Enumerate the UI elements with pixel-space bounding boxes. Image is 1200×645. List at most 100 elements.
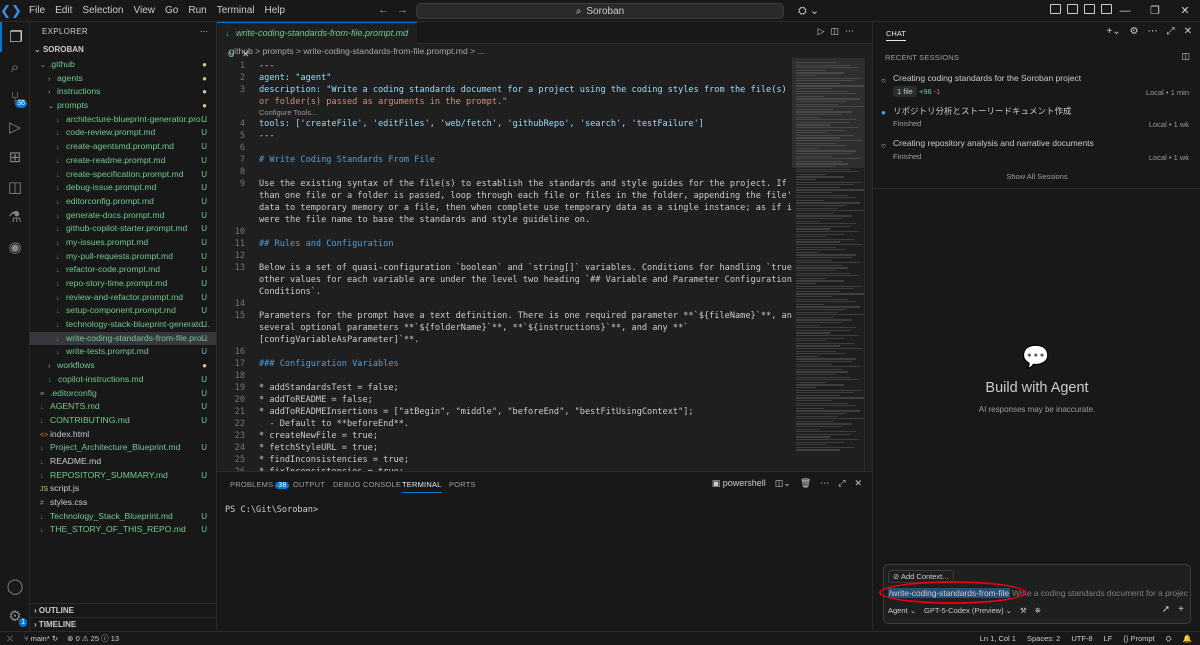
- search-view-icon[interactable]: ⌕: [0, 52, 30, 82]
- workspace-root[interactable]: ⌄ SOROBAN: [30, 42, 216, 58]
- explorer-icon[interactable]: ❐: [0, 22, 30, 52]
- run-debug-icon[interactable]: ▷: [0, 112, 30, 142]
- editor-tab-active[interactable]: ↓ write-coding-standards-from-file.promp…: [217, 22, 417, 59]
- file-item[interactable]: ↓ setup-component.prompt.md U: [30, 304, 216, 318]
- split-editor-icon[interactable]: ◫: [830, 26, 845, 36]
- remote-indicator-icon[interactable]: ⤬: [0, 632, 20, 645]
- file-item[interactable]: # styles.css: [30, 496, 216, 510]
- file-item[interactable]: ↓ AGENTS.md U: [30, 400, 216, 414]
- menu-view[interactable]: View: [129, 0, 161, 22]
- menu-edit[interactable]: Edit: [50, 0, 77, 22]
- file-item[interactable]: ↓ my-pull-requests.prompt.md U: [30, 250, 216, 264]
- file-item[interactable]: ↓ github-copilot-starter.prompt.md U: [30, 222, 216, 236]
- session-item[interactable]: ○ Creating repository analysis and narra…: [881, 138, 1193, 170]
- tab-problems[interactable]: PROBLEMS 38: [230, 480, 290, 489]
- file-item[interactable]: ↓ write-tests.prompt.md U: [30, 345, 216, 359]
- tab-terminal[interactable]: TERMINAL: [402, 480, 442, 493]
- forward-arrow-icon[interactable]: →: [397, 4, 416, 16]
- source-control-icon[interactable]: ⑂ 36: [0, 82, 30, 112]
- close-window-icon[interactable]: ✕: [1170, 0, 1200, 22]
- mode-picker[interactable]: Agent ⌄: [888, 606, 916, 616]
- folder-item[interactable]: › instructions ●: [30, 85, 216, 99]
- menu-run[interactable]: Run: [183, 0, 211, 22]
- minimize-icon[interactable]: —: [1110, 0, 1140, 22]
- run-prompt-icon[interactable]: ▷: [818, 26, 831, 36]
- new-session-icon[interactable]: +: [1178, 604, 1184, 615]
- file-item[interactable]: ↓ editorconfig.prompt.md U: [30, 195, 216, 209]
- file-item[interactable]: <> index.html: [30, 428, 216, 442]
- account-icon[interactable]: ◯: [0, 571, 30, 601]
- toggle-sidebar-icon[interactable]: [1067, 4, 1078, 14]
- chat-settings-icon[interactable]: ⚙: [1130, 26, 1139, 37]
- menu-terminal[interactable]: Terminal: [212, 0, 260, 22]
- file-item[interactable]: ↓ README.md: [30, 455, 216, 469]
- notifications-icon[interactable]: 🔔: [1183, 632, 1192, 645]
- file-item[interactable]: ↓ debug-issue.prompt.md U: [30, 181, 216, 195]
- command-center-search[interactable]: ⌕ Soroban: [416, 3, 784, 19]
- chat-input-box[interactable]: ⊘ Add Context... /write-coding-standards…: [879, 564, 1191, 624]
- codelens-configure-tools[interactable]: Configure Tools...: [259, 108, 317, 117]
- file-item[interactable]: ↓ repo-story-time.prompt.md U: [30, 277, 216, 291]
- minimap[interactable]: [792, 58, 872, 471]
- split-terminal-icon[interactable]: ◫⌄: [775, 478, 791, 489]
- toggle-sessions-view-icon[interactable]: ◫: [1181, 51, 1190, 62]
- file-item[interactable]: ↓ Project_Architecture_Blueprint.md U: [30, 441, 216, 455]
- more-actions-icon[interactable]: ⋯: [820, 478, 829, 489]
- manage-gear-icon[interactable]: ⚙ 1: [0, 601, 30, 631]
- tab-debug-console[interactable]: DEBUG CONSOLE: [333, 480, 401, 489]
- send-icon[interactable]: ➚: [1162, 604, 1170, 615]
- file-item[interactable]: ↓ code-review.prompt.md U: [30, 126, 216, 140]
- github-icon[interactable]: ◉: [0, 232, 30, 262]
- file-item[interactable]: ↓ Technology_Stack_Blueprint.md U: [30, 510, 216, 524]
- timeline-section[interactable]: › TIMELINE: [30, 617, 217, 631]
- session-item[interactable]: ○ Creating coding standards for the Soro…: [881, 73, 1193, 105]
- maximize-icon[interactable]: ⤢: [1167, 26, 1175, 37]
- testing-icon[interactable]: ⚗: [0, 202, 30, 232]
- file-item[interactable]: ↓ architecture-blueprint-generator.pro...…: [30, 113, 216, 127]
- menu-file[interactable]: File: [24, 0, 50, 22]
- back-arrow-icon[interactable]: ←: [378, 4, 397, 16]
- terminal-shell[interactable]: ▣ powershell: [712, 478, 766, 489]
- model-picker[interactable]: GPT-5-Codex (Preview) ⌄: [924, 606, 1012, 616]
- show-all-sessions-link[interactable]: Show All Sessions: [873, 172, 1200, 181]
- folder-item[interactable]: ⌄ prompts ●: [30, 99, 216, 113]
- file-item[interactable]: ↓ REPOSITORY_SUMMARY.md U: [30, 469, 216, 483]
- restore-icon[interactable]: ❐: [1140, 0, 1170, 22]
- outline-section[interactable]: › OUTLINE: [30, 603, 217, 617]
- folder-item[interactable]: › workflows ●: [30, 359, 216, 373]
- file-item[interactable]: ↓ create-agentsmd.prompt.md U: [30, 140, 216, 154]
- file-item[interactable]: ↓ review-and-refactor.prompt.md U: [30, 291, 216, 305]
- tab-ports[interactable]: PORTS: [449, 480, 476, 489]
- branch-indicator[interactable]: ⑂ main* ↻: [24, 632, 58, 645]
- kill-terminal-icon[interactable]: 🗑: [800, 478, 811, 489]
- copilot-menu-icon[interactable]: ⛭ ⌄: [798, 4, 819, 18]
- code-view[interactable]: 1 --- 2 agent: "agent" 3 description: "Write …: [217, 58, 792, 471]
- chat-title[interactable]: CHAT: [886, 29, 906, 41]
- maximize-panel-icon[interactable]: ⤢: [838, 478, 845, 489]
- customize-layout-icon[interactable]: [1050, 4, 1061, 14]
- problems-indicator[interactable]: ⊗ 0 ⚠ 25 ⓘ 13: [67, 632, 119, 645]
- line-ending[interactable]: LF: [1104, 632, 1113, 645]
- menu-go[interactable]: Go: [160, 0, 183, 22]
- file-item[interactable]: ↓ technology-stack-blueprint-generato... U: [30, 318, 216, 332]
- file-item[interactable]: ≡ .editorconfig U: [30, 387, 216, 401]
- toggle-panel-icon[interactable]: [1084, 4, 1095, 14]
- file-item[interactable]: ↓ write-coding-standards-from-file.pro...…: [30, 331, 216, 346]
- file-item[interactable]: ↓ refactor-code.prompt.md U: [30, 263, 216, 277]
- language-mode[interactable]: {} Prompt: [1123, 632, 1154, 645]
- copilot-status-icon[interactable]: ⛭: [1166, 632, 1172, 645]
- tab-output[interactable]: OUTPUT: [293, 480, 325, 489]
- editor-scrollbar[interactable]: [864, 58, 872, 471]
- file-item[interactable]: ↓ my-issues.prompt.md U: [30, 236, 216, 250]
- cursor-position[interactable]: Ln 1, Col 1: [980, 632, 1016, 645]
- encoding[interactable]: UTF-8: [1071, 632, 1092, 645]
- menu-help[interactable]: Help: [260, 0, 291, 22]
- more-actions-icon[interactable]: ⋯: [1148, 26, 1158, 37]
- file-item[interactable]: JS script.js: [30, 482, 216, 496]
- close-panel-icon[interactable]: ✕: [854, 478, 862, 489]
- breadcrumb[interactable]: .github > prompts > write-coding-standar…: [217, 44, 872, 58]
- indentation[interactable]: Spaces: 2: [1027, 632, 1060, 645]
- tools-icon[interactable]: ⚒: [1020, 606, 1027, 616]
- remote-explorer-icon[interactable]: ◫: [0, 172, 30, 202]
- file-item[interactable]: ↓ create-readme.prompt.md U: [30, 154, 216, 168]
